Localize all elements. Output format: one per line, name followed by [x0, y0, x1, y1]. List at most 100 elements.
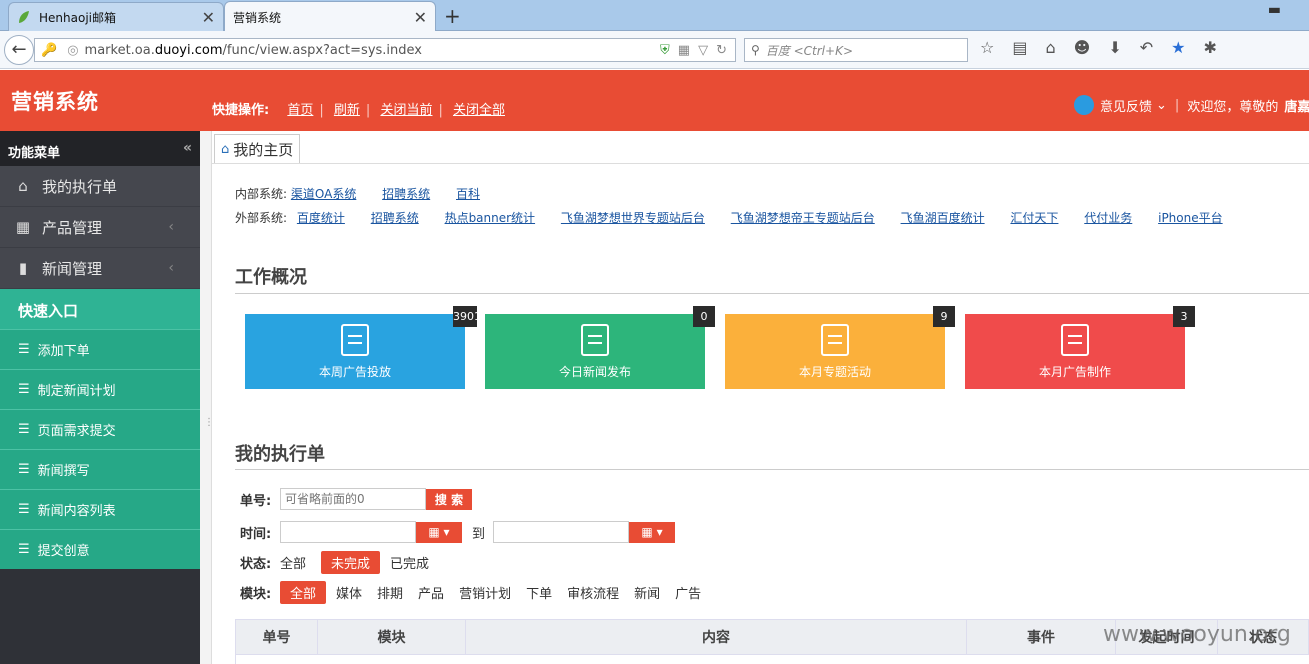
- quick-actions-label: 快捷操作:: [212, 103, 270, 118]
- quick-link-home[interactable]: 首页: [287, 103, 313, 118]
- quick-entry-add-order[interactable]: ☰ 添加下单: [0, 329, 200, 369]
- home-icon[interactable]: ⌂: [1045, 38, 1055, 57]
- dropdown-arrow-icon[interactable]: ▽: [698, 43, 708, 58]
- column-header[interactable]: 模块: [318, 620, 466, 654]
- module-option-ads[interactable]: 广告: [675, 581, 701, 604]
- quick-link-close-all[interactable]: 关闭全部: [453, 103, 505, 118]
- card-count-badge: 3: [1173, 306, 1195, 327]
- search-input[interactable]: ⚲ 百度 <Ctrl+K>: [744, 38, 968, 62]
- module-option-schedule[interactable]: 排期: [377, 581, 403, 604]
- key-icon: 🔑: [41, 42, 58, 58]
- browser-nav-bar: ← 🔑 ◎ market.oa.duoyi.com/func/view.aspx…: [0, 31, 1309, 69]
- tab-label: 我的主页: [233, 140, 294, 159]
- list-icon: ☰: [18, 542, 30, 557]
- grid-icon: ▦: [15, 218, 31, 236]
- new-tab-icon[interactable]: +: [444, 4, 461, 28]
- quick-entry-title[interactable]: 快速入口: [0, 289, 200, 329]
- external-link[interactable]: iPhone平台: [1158, 211, 1223, 225]
- external-link[interactable]: 代付业务: [1084, 211, 1132, 225]
- status-option-complete[interactable]: 已完成: [390, 551, 429, 574]
- external-link[interactable]: 飞鱼湖梦想帝王专题站后台: [731, 211, 875, 225]
- smiley-icon[interactable]: ☻: [1074, 38, 1091, 57]
- leaf-icon: [17, 10, 31, 24]
- home-icon: ⌂: [18, 177, 28, 195]
- qr-code-icon[interactable]: ▦: [678, 43, 690, 58]
- reading-list-icon[interactable]: ▤: [1012, 38, 1027, 57]
- welcome-text: 欢迎您，尊敬的: [1187, 99, 1279, 115]
- search-button[interactable]: 搜 索: [426, 488, 472, 510]
- menu-icon[interactable]: ✱: [1203, 38, 1216, 57]
- external-link[interactable]: 热点banner统计: [445, 211, 536, 225]
- bookmark-star-icon[interactable]: ☆: [980, 38, 994, 57]
- external-link[interactable]: 飞鱼湖梦想世界专题站后台: [561, 211, 705, 225]
- time-label: 时间:: [240, 526, 272, 542]
- browser-tab-marketing[interactable]: 营销系统 ✕: [224, 1, 436, 32]
- time-row: 时间: ▦ ▾ 到 ▦ ▾: [240, 521, 676, 543]
- chevron-down-icon[interactable]: ⌄: [1156, 98, 1167, 113]
- image-icon: [821, 324, 849, 356]
- back-arrow-icon[interactable]: ←: [4, 35, 34, 65]
- external-systems-row: 外部系统: 百度统计 招聘系统 热点banner统计 飞鱼湖梦想世界专题站后台 …: [235, 209, 1223, 226]
- sidebar-item-my-orders[interactable]: ⌂ 我的执行单: [0, 166, 200, 207]
- start-date-input[interactable]: [280, 521, 416, 543]
- quick-entry-news-write[interactable]: ☰ 新闻撰写: [0, 449, 200, 489]
- external-link[interactable]: 百度统计: [297, 211, 345, 225]
- end-date-input[interactable]: [493, 521, 630, 543]
- close-tab-icon[interactable]: ✕: [414, 8, 427, 27]
- internal-link[interactable]: 渠道OA系统: [291, 187, 356, 201]
- card-count-badge: 3901: [453, 306, 481, 327]
- download-icon[interactable]: ⬇: [1108, 38, 1121, 57]
- module-option-marketing-plan[interactable]: 营销计划: [459, 581, 511, 604]
- card-today-news[interactable]: 今日新闻发布: [485, 314, 705, 389]
- column-header[interactable]: 事件: [967, 620, 1116, 654]
- collapse-icon[interactable]: «: [183, 140, 192, 156]
- chevron-left-icon: ‹: [168, 260, 174, 276]
- sidebar-item-news[interactable]: ▮ 新闻管理 ‹: [0, 248, 200, 289]
- module-option-news[interactable]: 新闻: [634, 581, 660, 604]
- status-option-incomplete[interactable]: 未完成: [321, 551, 381, 574]
- addon-star-icon[interactable]: ★: [1171, 38, 1185, 57]
- quick-entry-news-list[interactable]: ☰ 新闻内容列表: [0, 489, 200, 529]
- module-option-media[interactable]: 媒体: [336, 581, 362, 604]
- card-monthly-ad-production[interactable]: 本月广告制作: [965, 314, 1185, 389]
- to-label: 到: [472, 526, 486, 542]
- card-monthly-topics[interactable]: 本月专题活动: [725, 314, 945, 389]
- browser-tab-mail[interactable]: Henhaoji邮箱 ✕: [8, 2, 224, 31]
- quick-link-refresh[interactable]: 刷新: [334, 103, 360, 118]
- module-option-product[interactable]: 产品: [418, 581, 444, 604]
- window-minimize-icon[interactable]: ▬: [1268, 2, 1281, 18]
- external-link[interactable]: 汇付天下: [1010, 211, 1058, 225]
- reload-icon[interactable]: ↻: [716, 43, 727, 58]
- internal-link[interactable]: 招聘系统: [382, 187, 430, 201]
- sidebar-splitter[interactable]: ⋮: [200, 131, 214, 664]
- module-row: 模块: 全部 媒体 排期 产品 营销计划 下单 审核流程 新闻 广告: [240, 581, 716, 604]
- calendar-icon[interactable]: ▦ ▾: [416, 521, 462, 543]
- close-tab-icon[interactable]: ✕: [202, 8, 215, 27]
- feedback-link[interactable]: 意见反馈: [1100, 96, 1152, 115]
- tab-home-page[interactable]: ⌂ 我的主页: [214, 134, 301, 164]
- module-option-all[interactable]: 全部: [280, 581, 327, 604]
- sidebar-item-label: 新闻管理: [42, 259, 103, 278]
- quick-entry-news-plan[interactable]: ☰ 制定新闻计划: [0, 369, 200, 409]
- card-label: 今日新闻发布: [558, 365, 631, 379]
- undo-icon[interactable]: ↶: [1140, 38, 1153, 57]
- card-label: 本月广告制作: [1038, 365, 1111, 379]
- column-header[interactable]: 单号: [236, 620, 318, 654]
- calendar-icon[interactable]: ▦ ▾: [629, 521, 676, 543]
- status-option-all[interactable]: 全部: [280, 551, 306, 574]
- external-link[interactable]: 招聘系统: [371, 211, 419, 225]
- internal-label: 内部系统:: [235, 187, 288, 201]
- quick-entry-submit-idea[interactable]: ☰ 提交创意: [0, 529, 200, 569]
- card-weekly-ads[interactable]: 本周广告投放: [245, 314, 465, 389]
- shield-icon[interactable]: ⛨: [660, 43, 670, 58]
- quick-link-close-current[interactable]: 关闭当前: [380, 103, 432, 118]
- order-number-input[interactable]: [280, 488, 426, 510]
- address-bar[interactable]: 🔑 ◎ market.oa.duoyi.com/func/view.aspx?a…: [34, 38, 736, 62]
- external-link[interactable]: 飞鱼湖百度统计: [901, 211, 985, 225]
- column-header[interactable]: 内容: [466, 620, 967, 654]
- module-option-review[interactable]: 审核流程: [567, 581, 619, 604]
- quick-entry-page-request[interactable]: ☰ 页面需求提交: [0, 409, 200, 449]
- sidebar-item-products[interactable]: ▦ 产品管理 ‹: [0, 207, 200, 248]
- internal-link[interactable]: 百科: [456, 187, 480, 201]
- module-option-order[interactable]: 下单: [526, 581, 552, 604]
